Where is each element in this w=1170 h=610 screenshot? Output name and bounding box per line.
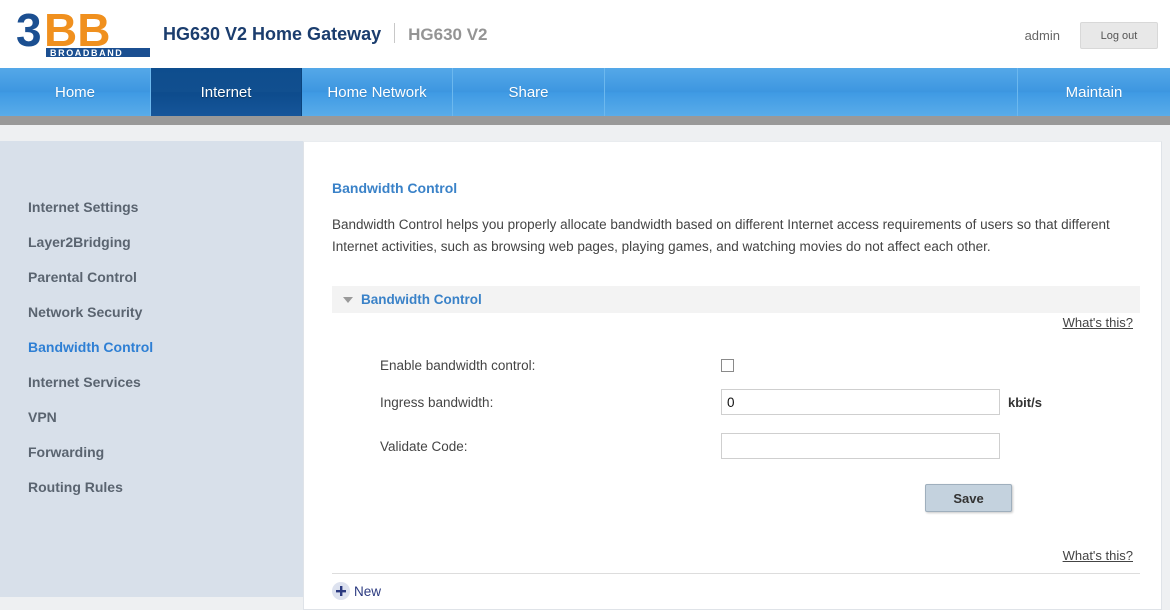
plus-icon (332, 582, 350, 600)
field-row-validate-code: Validate Code: (380, 433, 1140, 459)
nav-item-internet[interactable]: Internet (151, 68, 302, 116)
field-row-enable-bandwidth: Enable bandwidth control: (380, 358, 1140, 373)
main-navigation: Home Internet Home Network Share Maintai… (0, 68, 1170, 116)
sidebar-item-vpn[interactable]: VPN (0, 399, 303, 434)
user-area: admin Log out (1025, 22, 1158, 49)
title-separator (394, 23, 396, 43)
field-row-ingress-bandwidth: Ingress bandwidth: kbit/s (380, 389, 1140, 415)
logout-button[interactable]: Log out (1080, 22, 1158, 49)
nav-item-maintain[interactable]: Maintain (1018, 68, 1170, 116)
page-header: 3 BB BROADBAND HG630 V2 Home Gateway HG6… (0, 0, 1170, 70)
save-button[interactable]: Save (925, 484, 1012, 512)
ingress-bandwidth-unit: kbit/s (1008, 394, 1042, 410)
panel-header-label: Bandwidth Control (361, 292, 482, 307)
content-panel: Bandwidth Control Bandwidth Control help… (303, 141, 1162, 610)
device-model: HG630 V2 (408, 25, 488, 44)
whats-this-link-top[interactable]: What's this? (1063, 315, 1133, 330)
ingress-bandwidth-label: Ingress bandwidth: (380, 394, 494, 410)
svg-text:3: 3 (16, 6, 42, 56)
chevron-down-icon[interactable] (343, 296, 353, 303)
new-rule-label: New (354, 583, 382, 599)
sidebar-item-layer2bridging[interactable]: Layer2Bridging (0, 224, 303, 259)
bandwidth-control-panel-header[interactable]: Bandwidth Control (332, 286, 1140, 313)
enable-bandwidth-label: Enable bandwidth control: (380, 358, 536, 373)
sidebar-item-bandwidth-control[interactable]: Bandwidth Control (0, 329, 303, 364)
sidebar-item-internet-services[interactable]: Internet Services (0, 364, 303, 399)
whats-this-link-bottom[interactable]: What's this? (1063, 548, 1133, 563)
sidebar-item-routing-rules[interactable]: Routing Rules (0, 469, 303, 504)
header-title-block: HG630 V2 Home Gateway HG630 V2 (163, 20, 488, 45)
validate-code-input[interactable] (721, 433, 1000, 459)
content-title: Bandwidth Control (332, 180, 458, 196)
ingress-bandwidth-input[interactable] (721, 389, 1000, 415)
enable-bandwidth-checkbox[interactable] (721, 359, 734, 372)
nav-underbar (0, 116, 1170, 125)
nav-item-home[interactable]: Home (0, 68, 151, 116)
nav-item-home-network[interactable]: Home Network (302, 68, 453, 116)
sidebar-menu: Internet Settings Layer2Bridging Parenta… (0, 141, 303, 597)
validate-code-label: Validate Code: (380, 438, 468, 454)
content-description: Bandwidth Control helps you properly all… (332, 217, 1110, 254)
nav-item-share[interactable]: Share (453, 68, 605, 116)
svg-text:BROADBAND: BROADBAND (50, 48, 123, 58)
sidebar-item-internet-settings[interactable]: Internet Settings (0, 189, 303, 224)
sidebar-item-parental-control[interactable]: Parental Control (0, 259, 303, 294)
sidebar-item-network-security[interactable]: Network Security (0, 294, 303, 329)
brand-logo-3bb[interactable]: 3 BB BROADBAND (14, 6, 154, 58)
page-title: HG630 V2 Home Gateway (163, 24, 382, 44)
username-label: admin (1024, 28, 1060, 43)
new-rule-button[interactable]: New (332, 582, 381, 600)
nav-spacer (605, 68, 1018, 116)
sidebar-item-forwarding[interactable]: Forwarding (0, 434, 303, 469)
section-divider (332, 573, 1140, 574)
